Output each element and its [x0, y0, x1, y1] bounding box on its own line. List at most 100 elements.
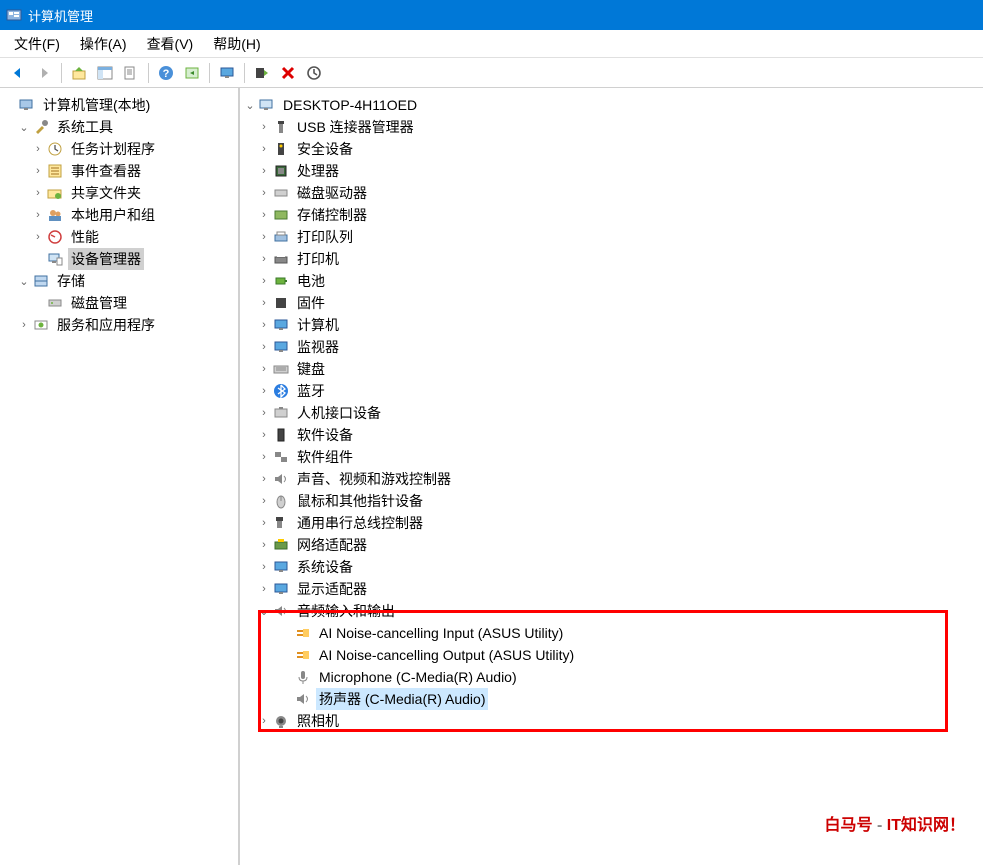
caret-right-icon[interactable]: ›	[256, 429, 272, 441]
caret-down-icon[interactable]: ⌄	[16, 121, 32, 134]
caret-right-icon[interactable]: ›	[30, 209, 46, 221]
device-computer[interactable]: › 计算机	[242, 314, 981, 336]
device-network[interactable]: ›网络适配器	[242, 534, 981, 556]
caret-down-icon[interactable]: ⌄	[242, 99, 258, 112]
tree-event-viewer[interactable]: › 事件查看器	[2, 160, 236, 182]
caret-right-icon[interactable]: ›	[30, 143, 46, 155]
watermark: 白马号 - IT知识网！	[825, 811, 965, 835]
device-batteries[interactable]: ›电池	[242, 270, 981, 292]
tree-performance[interactable]: › 性能	[2, 226, 236, 248]
caret-right-icon[interactable]: ›	[256, 165, 272, 177]
device-printers[interactable]: ›打印机	[242, 248, 981, 270]
device-display-adapters[interactable]: ›显示适配器	[242, 578, 981, 600]
help-button[interactable]: ?	[154, 61, 178, 85]
menu-action[interactable]: 操作(A)	[70, 30, 137, 58]
tree-device-manager[interactable]: › 设备管理器	[2, 248, 236, 270]
device-bluetooth[interactable]: ›蓝牙	[242, 380, 981, 402]
caret-right-icon[interactable]: ›	[256, 363, 272, 375]
tree-shared-folders[interactable]: › 共享文件夹	[2, 182, 236, 204]
caret-right-icon[interactable]: ›	[30, 187, 46, 199]
device-usb-connector[interactable]: ›USB 连接器管理器	[242, 116, 981, 138]
caret-right-icon[interactable]: ›	[256, 473, 272, 485]
audio-device-2[interactable]: ›AI Noise-cancelling Output (ASUS Utilit…	[242, 644, 981, 666]
show-hide-tree-button[interactable]	[93, 61, 117, 85]
tree-storage[interactable]: ⌄ 存储	[2, 270, 236, 292]
caret-right-icon[interactable]: ›	[256, 319, 272, 331]
device-processors[interactable]: ›处理器	[242, 160, 981, 182]
device-monitors[interactable]: ›监视器	[242, 336, 981, 358]
caret-down-icon[interactable]: ⌄	[256, 605, 272, 618]
caret-right-icon[interactable]: ›	[256, 275, 272, 287]
device-print-queues[interactable]: ›打印队列	[242, 226, 981, 248]
delete-button[interactable]	[276, 61, 300, 85]
caret-right-icon[interactable]: ›	[256, 407, 272, 419]
device-storage-controllers[interactable]: ›存储控制器	[242, 204, 981, 226]
monitor-button[interactable]	[215, 61, 239, 85]
caret-right-icon[interactable]: ›	[256, 297, 272, 309]
tree-label: 磁盘驱动器	[294, 182, 370, 204]
tree-services-apps[interactable]: › 服务和应用程序	[2, 314, 236, 336]
device-mice-pointing[interactable]: › 鼠标和其他指针设备	[242, 490, 981, 512]
device-security[interactable]: ›安全设备	[242, 138, 981, 160]
audio-device-3[interactable]: ›Microphone (C-Media(R) Audio)	[242, 666, 981, 688]
speaker-icon	[294, 690, 312, 708]
caret-right-icon[interactable]: ›	[256, 561, 272, 573]
export-button[interactable]	[119, 61, 143, 85]
caret-right-icon[interactable]: ›	[256, 495, 272, 507]
device-firmware[interactable]: ›固件	[242, 292, 981, 314]
back-button[interactable]	[6, 61, 30, 85]
caret-right-icon[interactable]: ›	[256, 715, 272, 727]
caret-right-icon[interactable]: ›	[256, 187, 272, 199]
device-keyboards[interactable]: ›键盘	[242, 358, 981, 380]
caret-right-icon[interactable]: ›	[256, 209, 272, 221]
device-software-devices[interactable]: ›软件设备	[242, 424, 981, 446]
tree-root-local[interactable]: ▸ 计算机管理(本地)	[2, 94, 236, 116]
device-usb-controllers[interactable]: ›通用串行总线控制器	[242, 512, 981, 534]
device-audio-io[interactable]: ⌄音频输入和输出	[242, 600, 981, 622]
caret-right-icon[interactable]: ›	[256, 451, 272, 463]
scan-button[interactable]	[250, 61, 274, 85]
caret-right-icon[interactable]: ›	[256, 143, 272, 155]
caret-right-icon[interactable]: ›	[256, 253, 272, 265]
caret-right-icon[interactable]: ›	[256, 583, 272, 595]
caret-right-icon[interactable]: ›	[256, 231, 272, 243]
device-hid[interactable]: ›人机接口设备	[242, 402, 981, 424]
caret-right-icon[interactable]: ›	[256, 341, 272, 353]
device-manager-icon	[46, 250, 64, 268]
menu-help[interactable]: 帮助(H)	[203, 30, 270, 58]
tree-system-tools[interactable]: ⌄ 系统工具	[2, 116, 236, 138]
device-disk-drives[interactable]: › 磁盘驱动器	[242, 182, 981, 204]
action-button[interactable]	[180, 61, 204, 85]
tree-local-users[interactable]: › 本地用户和组	[2, 204, 236, 226]
caret-right-icon[interactable]: ›	[256, 121, 272, 133]
tree-label: DESKTOP-4H11OED	[280, 96, 420, 114]
update-button[interactable]	[302, 61, 326, 85]
caret-down-icon[interactable]: ⌄	[16, 275, 32, 288]
tree-label: 计算机	[294, 314, 342, 336]
audio-device-1[interactable]: ›AI Noise-cancelling Input (ASUS Utility…	[242, 622, 981, 644]
forward-button[interactable]	[32, 61, 56, 85]
up-button[interactable]	[67, 61, 91, 85]
content-area: ▸ 计算机管理(本地) ⌄ 系统工具 › 任务计划程序 › 事件查看器 ›	[0, 88, 983, 865]
caret-right-icon[interactable]: ›	[30, 165, 46, 177]
tree-task-scheduler[interactable]: › 任务计划程序	[2, 138, 236, 160]
caret-right-icon[interactable]: ›	[16, 319, 32, 331]
device-root[interactable]: ⌄ DESKTOP-4H11OED	[242, 94, 981, 116]
audio-device-4[interactable]: ›扬声器 (C-Media(R) Audio)	[242, 688, 981, 710]
tree-label: 鼠标和其他指针设备	[294, 490, 426, 512]
caret-right-icon[interactable]: ›	[256, 539, 272, 551]
menu-view[interactable]: 查看(V)	[137, 30, 204, 58]
toolbar-separator	[148, 63, 149, 83]
users-icon	[46, 206, 64, 224]
caret-right-icon[interactable]: ›	[256, 517, 272, 529]
device-cameras[interactable]: ›照相机	[242, 710, 981, 732]
monitor-icon	[272, 338, 290, 356]
tree-disk-management[interactable]: › 磁盘管理	[2, 292, 236, 314]
printer-icon	[272, 250, 290, 268]
menu-file[interactable]: 文件(F)	[4, 30, 70, 58]
device-software-components[interactable]: ›软件组件	[242, 446, 981, 468]
device-system-devices[interactable]: ›系统设备	[242, 556, 981, 578]
caret-right-icon[interactable]: ›	[256, 385, 272, 397]
caret-right-icon[interactable]: ›	[30, 231, 46, 243]
device-sound-video-game[interactable]: ›声音、视频和游戏控制器	[242, 468, 981, 490]
